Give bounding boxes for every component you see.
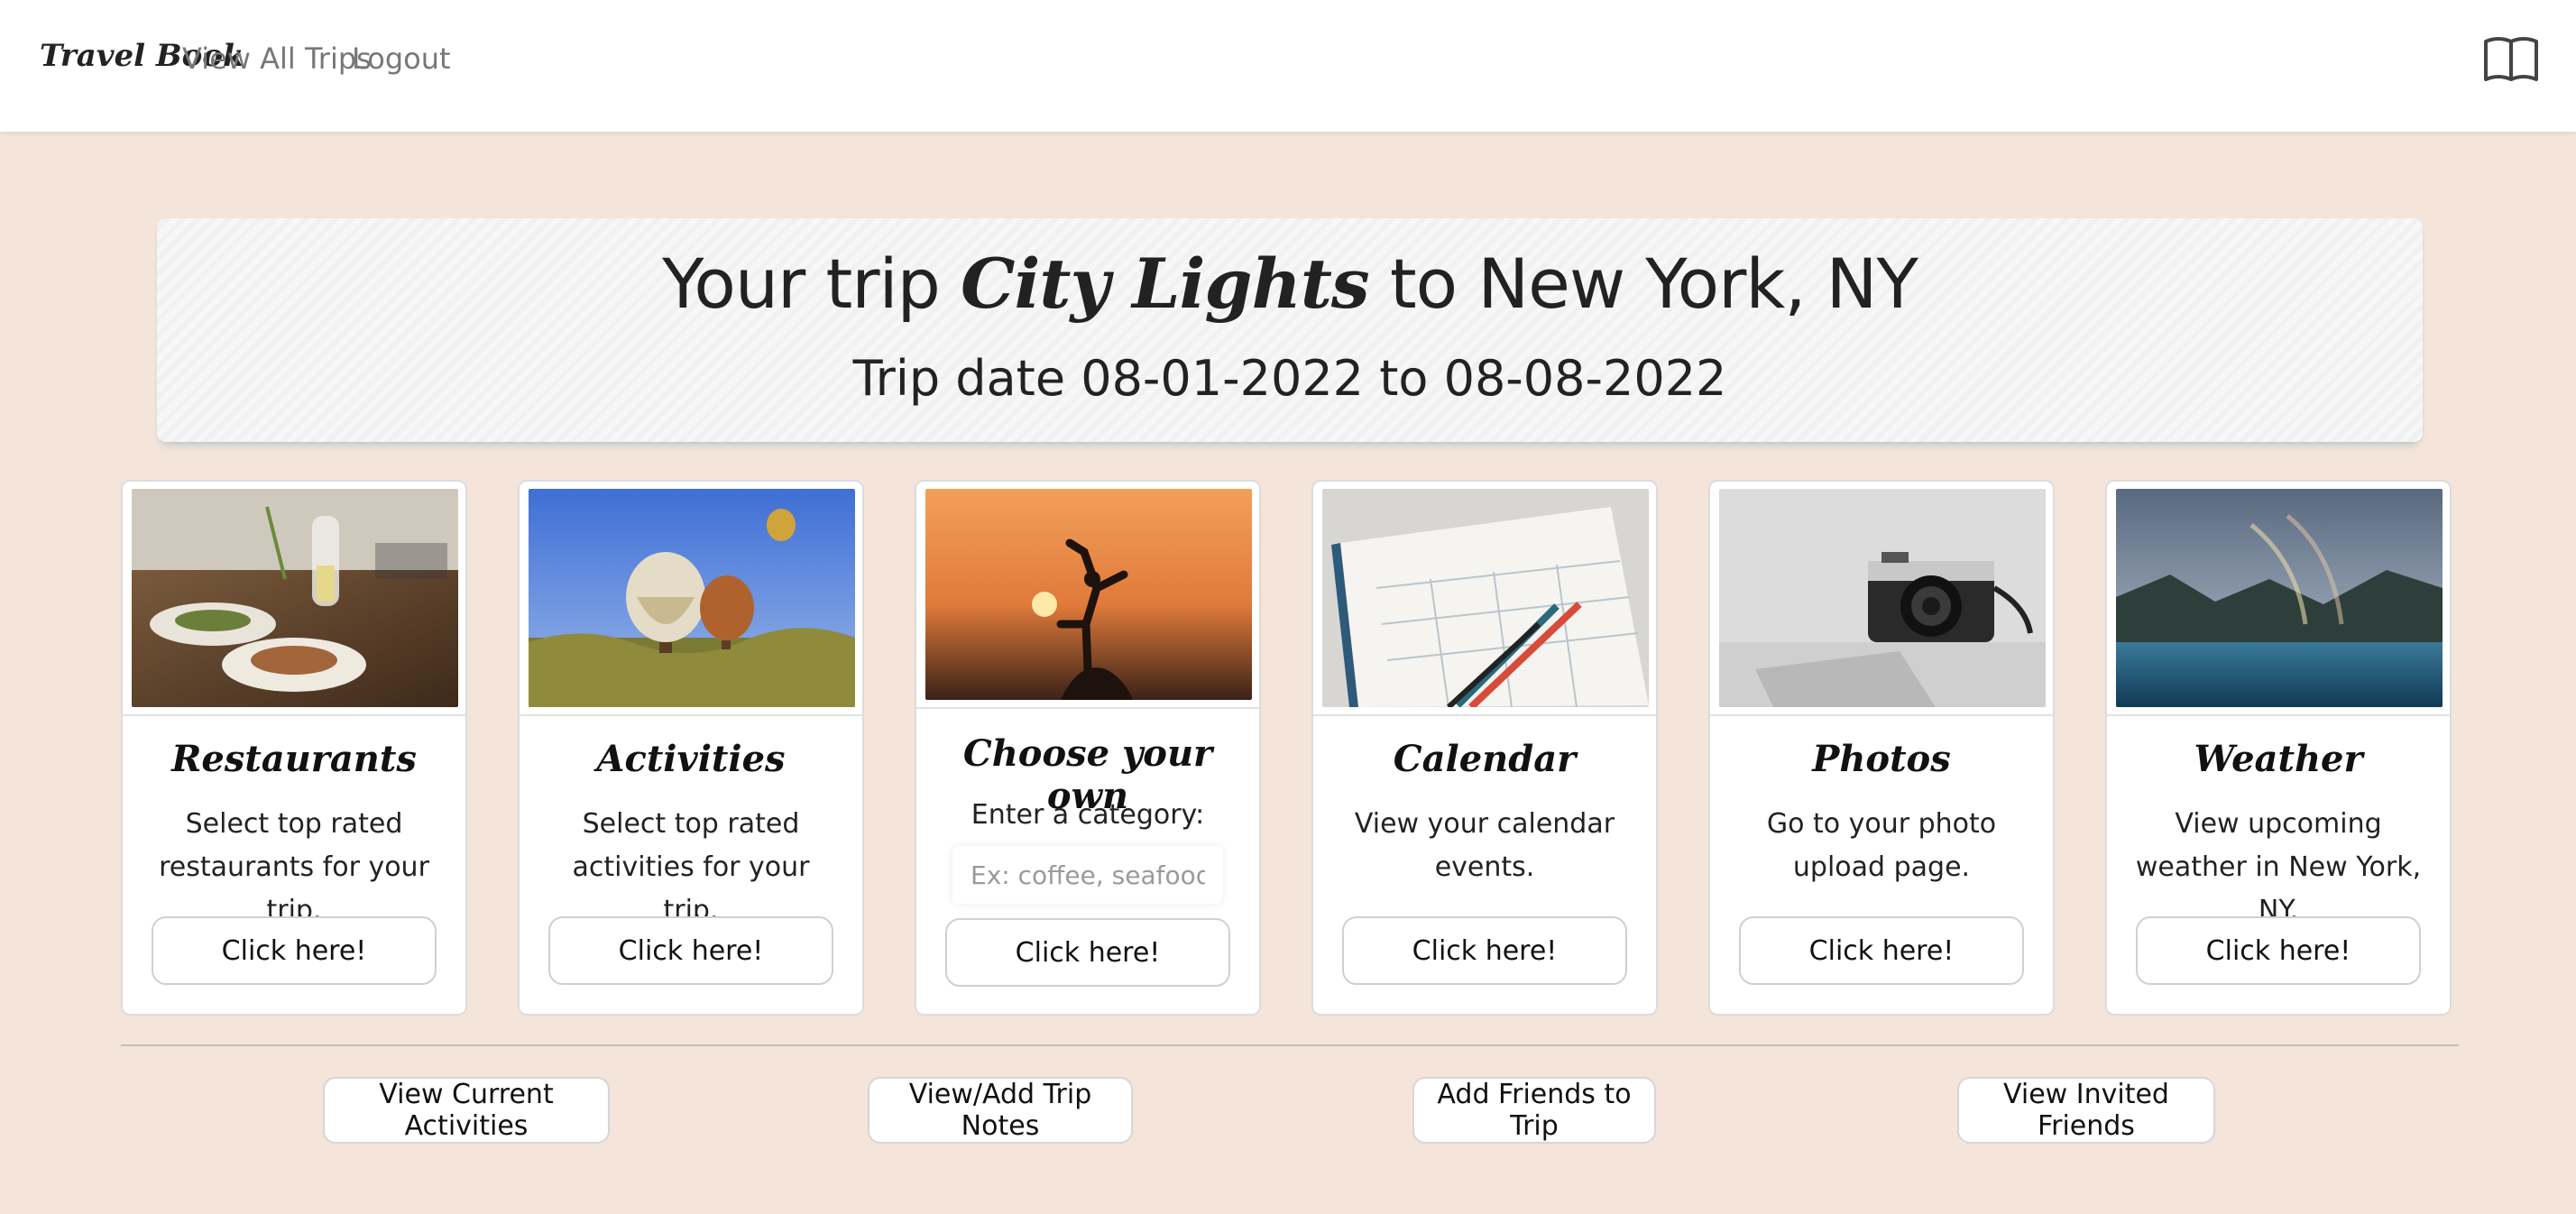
monthly-planner-photo — [1322, 489, 1649, 707]
card-divider — [520, 714, 862, 716]
card-divider — [123, 714, 465, 716]
card-choose-your-own: Choose your own Enter a category: Click … — [915, 480, 1261, 1016]
trip-header-banner: Your trip City Lights to New York, NY Tr… — [157, 218, 2423, 442]
photos-button[interactable]: Click here! — [1739, 916, 2024, 985]
view-current-activities-button[interactable]: View Current Activities — [323, 1077, 610, 1144]
sunset-silhouette-photo — [925, 489, 1252, 700]
card-description: View upcoming weather in New York, NY. — [2135, 808, 2422, 926]
card-restaurants: Restaurants Select top rated restaurants… — [121, 480, 467, 1016]
view-add-trip-notes-button[interactable]: View/Add Trip Notes — [868, 1077, 1133, 1144]
card-title: Photos — [1812, 738, 1951, 780]
card-calendar: Calendar View your calendar events. Clic… — [1311, 480, 1658, 1016]
card-description: Select top rated activities for your tri… — [572, 808, 810, 926]
card-photos: Photos Go to your photo upload page. Cli… — [1708, 480, 2055, 1016]
category-label: Enter a category: — [971, 799, 1205, 831]
choose-your-own-button[interactable]: Click here! — [945, 918, 1230, 987]
add-friends-to-trip-button[interactable]: Add Friends to Trip — [1412, 1077, 1656, 1144]
card-divider — [1313, 714, 1656, 716]
card-title: Calendar — [1393, 738, 1577, 780]
restaurant-photo — [132, 489, 458, 707]
camera-photo — [1719, 489, 2046, 707]
category-input[interactable] — [952, 846, 1223, 904]
navbar: Travel Book View All Trips Logout — [0, 0, 2576, 132]
trip-title-prefix: Your trip — [662, 244, 961, 324]
activities-button[interactable]: Click here! — [548, 916, 833, 985]
book-icon[interactable] — [2482, 34, 2540, 85]
card-description: Go to your photo upload page. — [1766, 808, 1997, 883]
card-weather: Weather View upcoming weather in New Yor… — [2105, 480, 2452, 1016]
nav-link-logout[interactable]: Logout — [352, 41, 451, 76]
trip-name: City Lights — [961, 244, 1370, 324]
trip-title: Your trip City Lights to New York, NY — [157, 244, 2423, 324]
card-description: View your calendar events. — [1354, 808, 1615, 883]
nav-link-view-all-trips[interactable]: View All Trips — [182, 41, 372, 76]
card-divider — [2107, 714, 2450, 716]
rainbow-lake-photo — [2116, 489, 2443, 707]
card-divider — [1710, 714, 2053, 716]
view-invited-friends-button[interactable]: View Invited Friends — [1957, 1077, 2215, 1144]
card-description: Select top rated restaurants for your tr… — [159, 808, 429, 926]
card-activities: Activities Select top rated activities f… — [518, 480, 864, 1016]
section-divider — [121, 1044, 2459, 1046]
calendar-button[interactable]: Click here! — [1342, 916, 1627, 985]
restaurants-button[interactable]: Click here! — [152, 916, 437, 985]
weather-button[interactable]: Click here! — [2136, 916, 2421, 985]
trip-dates: Trip date 08-01-2022 to 08-08-2022 — [852, 350, 1727, 407]
trip-title-suffix: to New York, NY — [1368, 244, 1918, 324]
card-title: Weather — [2194, 738, 2363, 780]
card-title: Restaurants — [171, 738, 417, 780]
card-divider — [916, 707, 1259, 709]
hot-air-balloons-photo — [529, 489, 855, 707]
card-title: Activities — [596, 738, 786, 780]
